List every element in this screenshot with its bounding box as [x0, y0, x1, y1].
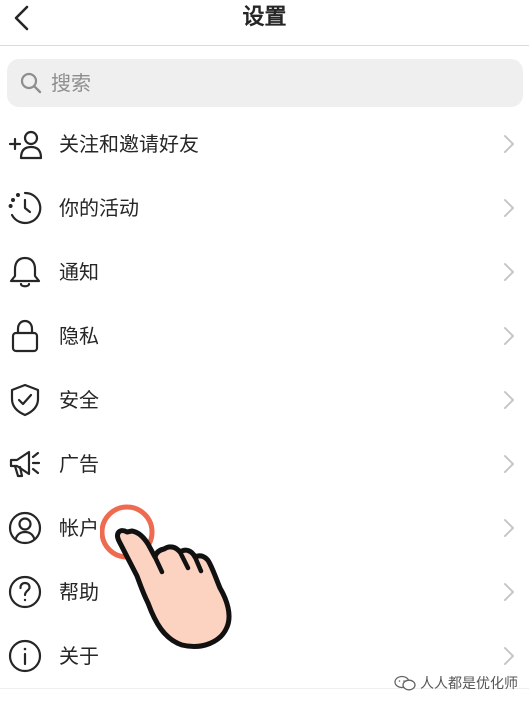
- menu-item-label: 安全: [59, 388, 99, 412]
- page-title: 设置: [242, 5, 287, 30]
- settings-menu: 关注和邀请好友 你的活动 通知 隐私 安全 广告 帐户 帮助 关于: [0, 112, 529, 688]
- shield-check-icon: [10, 383, 40, 417]
- chevron-right-icon: [504, 583, 514, 601]
- chevron-right-icon: [504, 199, 514, 217]
- bell-icon: [9, 256, 41, 288]
- search-bar[interactable]: [7, 59, 523, 107]
- watermark-text: 人人都是优化师: [420, 676, 518, 692]
- megaphone-icon: [9, 450, 41, 478]
- search-input[interactable]: [51, 59, 491, 107]
- menu-item-label: 通知: [59, 260, 99, 284]
- menu-item-notifications[interactable]: 通知: [0, 240, 529, 304]
- menu-item-account[interactable]: 帐户: [0, 496, 529, 560]
- menu-item-ads[interactable]: 广告: [0, 432, 529, 496]
- menu-item-security[interactable]: 安全: [0, 368, 529, 432]
- menu-item-help[interactable]: 帮助: [0, 560, 529, 624]
- menu-item-label: 关注和邀请好友: [59, 132, 199, 156]
- chevron-right-icon: [504, 391, 514, 409]
- lock-icon: [11, 319, 39, 353]
- chevron-right-icon: [504, 135, 514, 153]
- menu-item-label: 帮助: [59, 580, 99, 604]
- watermark: 人人都是优化师: [394, 672, 518, 694]
- wechat-icon: [394, 675, 416, 691]
- chevron-right-icon: [504, 263, 514, 281]
- menu-item-follow-invite[interactable]: 关注和邀请好友: [0, 112, 529, 176]
- chevron-right-icon: [504, 519, 514, 537]
- search-icon: [20, 72, 42, 94]
- info-circle-icon: [8, 639, 42, 673]
- tap-hand-icon: [100, 504, 232, 649]
- menu-item-label: 你的活动: [59, 196, 139, 220]
- menu-item-label: 帐户: [59, 516, 99, 540]
- chevron-right-icon: [504, 327, 514, 345]
- account-circle-icon: [8, 511, 42, 545]
- add-person-icon: [8, 130, 42, 160]
- menu-item-label: 关于: [59, 644, 99, 668]
- chevron-right-icon: [504, 647, 514, 665]
- menu-item-your-activity[interactable]: 你的活动: [0, 176, 529, 240]
- activity-clock-icon: [8, 191, 42, 225]
- header: 设置: [0, 0, 529, 46]
- menu-item-label: 隐私: [59, 324, 99, 348]
- help-circle-icon: [8, 575, 42, 609]
- menu-item-privacy[interactable]: 隐私: [0, 304, 529, 368]
- menu-item-label: 广告: [59, 452, 99, 476]
- chevron-right-icon: [504, 455, 514, 473]
